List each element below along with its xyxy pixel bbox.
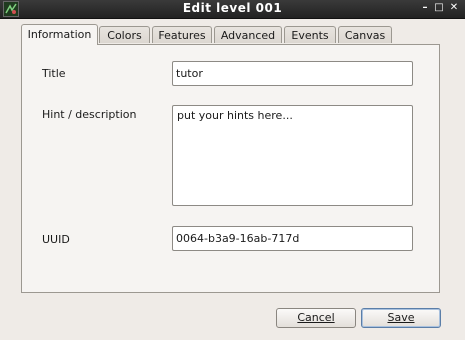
edit-level-dialog: Edit level 001 – □ ✕ Information Colors … <box>0 0 465 340</box>
hint-textarea[interactable] <box>172 105 413 206</box>
tab-events[interactable]: Events <box>284 26 336 43</box>
title-bar[interactable]: Edit level 001 – □ ✕ <box>0 0 465 19</box>
uuid-field[interactable]: 0064-b3a9-16ab-717d <box>172 226 413 251</box>
window-title: Edit level 001 <box>182 1 283 15</box>
tab-information[interactable]: Information <box>21 24 98 45</box>
tab-advanced[interactable]: Advanced <box>214 26 282 43</box>
tab-canvas[interactable]: Canvas <box>338 26 392 43</box>
hint-label: Hint / description <box>42 108 137 121</box>
save-button[interactable]: Save <box>361 308 441 328</box>
maximize-icon[interactable]: □ <box>433 2 445 14</box>
uuid-label: UUID <box>42 233 70 246</box>
title-input[interactable]: tutor <box>172 61 413 86</box>
title-label: Title <box>42 67 66 80</box>
information-panel: Title tutor Hint / description UUID 0064… <box>21 44 440 293</box>
tab-features[interactable]: Features <box>152 26 212 43</box>
cancel-button[interactable]: Cancel <box>276 308 356 328</box>
save-button-label: Save <box>387 311 415 324</box>
close-icon[interactable]: ✕ <box>448 2 460 14</box>
minimize-icon[interactable]: – <box>419 2 431 14</box>
cancel-button-label: Cancel <box>297 311 335 324</box>
tab-colors[interactable]: Colors <box>99 26 150 43</box>
